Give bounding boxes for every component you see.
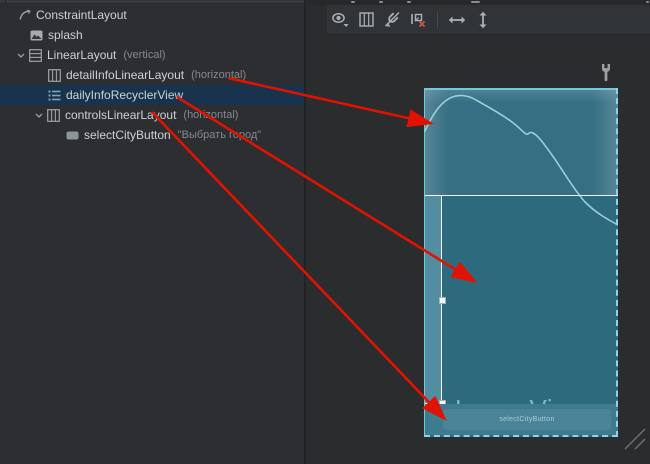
tree-row-text-attribute: "Выбрать город"	[178, 125, 261, 145]
phone-border-top	[424, 88, 618, 90]
design-toolbar	[327, 5, 650, 35]
expand-vertical-icon[interactable]	[470, 8, 496, 32]
chevron-down-icon[interactable]	[17, 53, 29, 58]
constraint-layout-icon	[18, 9, 31, 22]
toolbar-separator	[437, 11, 438, 29]
tree-row-label: LinearLayout	[47, 45, 116, 65]
tree-row-linearlayout[interactable]: LinearLayout (vertical)	[0, 45, 304, 65]
panel-top-edge	[0, 0, 304, 4]
image-icon	[30, 29, 43, 42]
select-city-button-preview[interactable]: selectCityButton	[443, 409, 611, 430]
design-surface-panel: ImageView selectCityButton	[306, 0, 650, 464]
linear-layout-horizontal-icon	[48, 69, 61, 82]
view-options-eye-icon[interactable]	[327, 8, 353, 32]
tree-row-dailyinforecyclerview[interactable]: dailyInfoRecyclerView	[0, 85, 304, 105]
recycler-view-icon	[48, 89, 61, 102]
tree-row-attribute: (horizontal)	[183, 105, 238, 125]
tree-row-attribute: (vertical)	[123, 45, 165, 65]
tree-row-label: selectCityButton	[84, 125, 171, 145]
wrench-icon[interactable]	[599, 63, 613, 89]
device-screen[interactable]: ImageView selectCityButton	[424, 88, 618, 437]
clear-constraints-icon[interactable]	[405, 8, 431, 32]
detail-info-region[interactable]	[424, 88, 618, 195]
section-divider-line	[424, 195, 618, 196]
phone-border-left	[424, 88, 425, 437]
tree-row-label: splash	[48, 25, 83, 45]
tree-row-label: controlsLinearLayout	[65, 105, 176, 125]
chevron-down-icon[interactable]	[35, 113, 47, 118]
tree-row-detailinfolinearlayout[interactable]: detailInfoLinearLayout (horizontal)	[0, 65, 304, 85]
tree-row-controlslinearlayout[interactable]: controlsLinearLayout (horizontal)	[0, 105, 304, 125]
tree-row-label: detailInfoLinearLayout	[66, 65, 184, 85]
linear-layout-vertical-icon	[29, 49, 42, 62]
tree-row-label: ConstraintLayout	[36, 5, 127, 25]
tree-row-label: dailyInfoRecyclerView	[66, 85, 183, 105]
controls-bar-region[interactable]: selectCityButton	[424, 404, 618, 435]
button-icon	[66, 129, 79, 142]
expand-horizontal-icon[interactable]	[444, 8, 470, 32]
tree-row-constraintlayout[interactable]: ConstraintLayout	[0, 5, 304, 25]
tree-row-selectcitybutton[interactable]: selectCityButton "Выбрать город"	[0, 125, 304, 145]
linear-layout-horizontal-icon	[47, 109, 60, 122]
resize-handle-middle[interactable]	[439, 297, 446, 304]
autoconnect-off-magnet-icon[interactable]	[379, 8, 405, 32]
phone-border-bottom	[424, 435, 618, 437]
resize-grip[interactable]	[622, 426, 648, 457]
phone-border-right	[616, 88, 618, 437]
layout-columns-icon[interactable]	[353, 8, 379, 32]
component-tree-panel: ConstraintLayout splash LinearLayout (ve…	[0, 0, 304, 464]
tree-row-attribute: (horizontal)	[191, 65, 246, 85]
tree-row-splash[interactable]: splash	[0, 25, 304, 45]
